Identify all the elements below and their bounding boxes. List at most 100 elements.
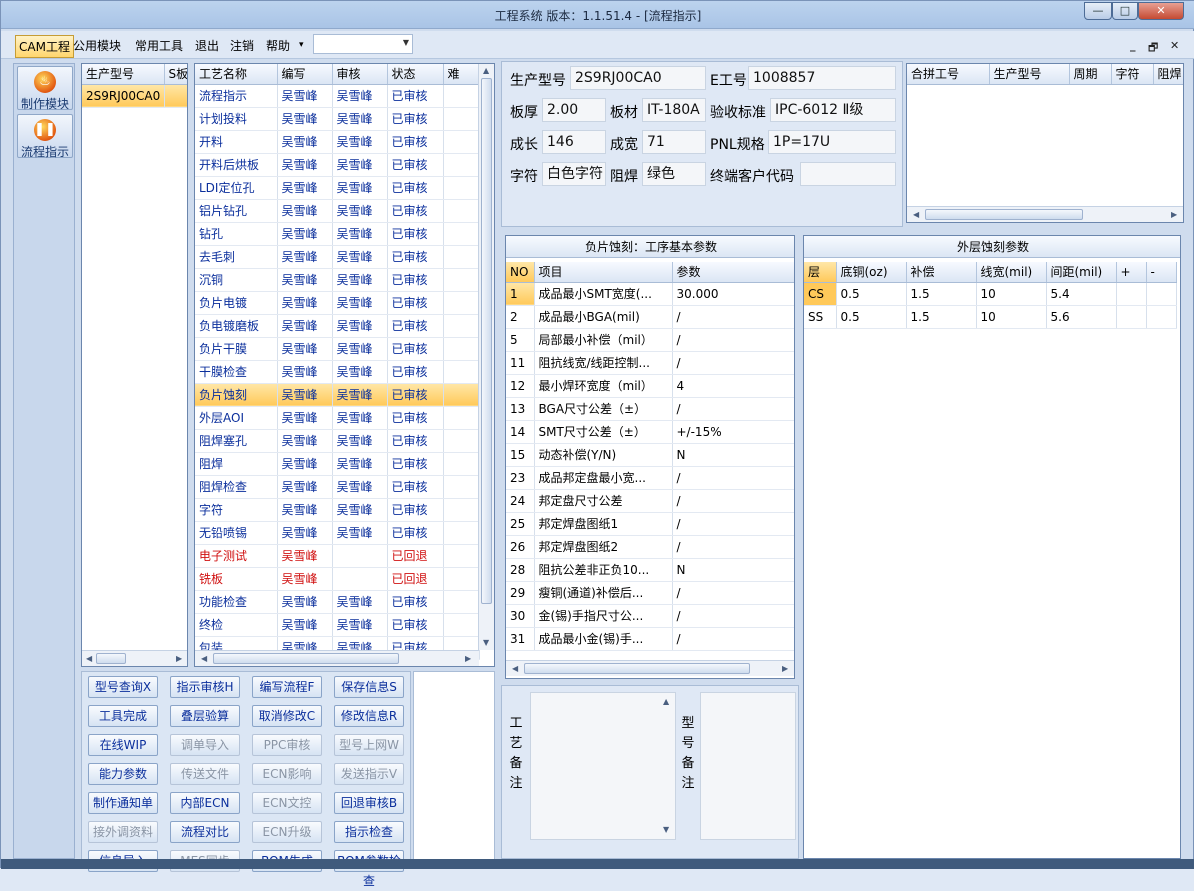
col-header-layer[interactable]: 层 xyxy=(804,262,837,283)
process-name-cell[interactable]: 开料 xyxy=(195,130,278,154)
menu-public-modules[interactable]: 公用模块 xyxy=(73,37,121,54)
table-row[interactable]: 开料 吴雪峰 吴雪峰 已审核 xyxy=(195,130,480,154)
table-row[interactable]: 2 成品最小BGA(mil) / xyxy=(506,305,794,329)
internal-ecn-button[interactable]: 内部ECN xyxy=(170,792,240,814)
length-field[interactable]: 146 xyxy=(542,130,606,154)
reviewer-cell[interactable]: 吴雪峰 xyxy=(332,360,388,384)
process-name-cell[interactable]: 终检 xyxy=(195,613,278,637)
process-name-cell[interactable]: 负片电镀 xyxy=(195,291,278,315)
scroll-left-icon[interactable]: ◀ xyxy=(86,654,92,663)
reviewer-cell[interactable]: 吴雪峰 xyxy=(332,176,388,200)
writer-cell[interactable]: 吴雪峰 xyxy=(277,314,333,338)
status-cell[interactable]: 已审核 xyxy=(387,222,444,246)
instruction-check-button[interactable]: 指示检查 xyxy=(334,821,404,843)
process-name-cell[interactable]: 负电镀磨板 xyxy=(195,314,278,338)
writer-cell[interactable]: 吴雪峰 xyxy=(277,245,333,269)
col-header-merge-period[interactable]: 周期 xyxy=(1069,64,1112,85)
writer-cell[interactable]: 吴雪峰 xyxy=(277,199,333,223)
process-name-cell[interactable]: 负片干膜 xyxy=(195,337,278,361)
note-vscrollbar[interactable]: ▲ ▼ xyxy=(659,693,675,839)
send-instruction-button[interactable]: 发送指示V xyxy=(334,763,404,785)
sidebar-item-flow-instruction[interactable]: ❚❚ 流程指示 xyxy=(17,114,73,159)
status-cell[interactable]: 已审核 xyxy=(387,383,444,407)
online-wip-button[interactable]: 在线WIP xyxy=(88,734,158,756)
line-width-cell[interactable]: 10 xyxy=(976,305,1047,329)
menu-help[interactable]: 帮助 xyxy=(266,37,290,54)
reviewer-cell[interactable]: 吴雪峰 xyxy=(332,245,388,269)
no-cell[interactable]: 24 xyxy=(506,489,535,513)
writer-cell[interactable]: 吴雪峰 xyxy=(277,268,333,292)
table-row[interactable]: 阻焊检查 吴雪峰 吴雪峰 已审核 xyxy=(195,475,480,499)
table-row[interactable]: 阻焊 吴雪峰 吴雪峰 已审核 xyxy=(195,452,480,476)
writer-cell[interactable]: 吴雪峰 xyxy=(277,613,333,637)
layer-cell[interactable]: CS xyxy=(804,282,837,306)
writer-cell[interactable]: 吴雪峰 xyxy=(277,383,333,407)
close-button[interactable]: ✕ xyxy=(1138,2,1184,20)
no-cell[interactable]: 26 xyxy=(506,535,535,559)
stackup-verify-button[interactable]: 叠层验算 xyxy=(170,705,240,727)
no-cell[interactable]: 23 xyxy=(506,466,535,490)
status-cell[interactable]: 已审核 xyxy=(387,245,444,269)
table-row[interactable]: 铝片钻孔 吴雪峰 吴雪峰 已审核 xyxy=(195,199,480,223)
reviewer-cell[interactable]: 吴雪峰 xyxy=(332,406,388,430)
reviewer-cell[interactable]: 吴雪峰 xyxy=(332,521,388,545)
status-cell[interactable]: 已审核 xyxy=(387,475,444,499)
menu-cam[interactable]: CAM工程 xyxy=(15,35,74,58)
writer-cell[interactable]: 吴雪峰 xyxy=(277,406,333,430)
item-cell[interactable]: 邦定焊盘图纸2 xyxy=(534,535,673,559)
col-header-reviewer[interactable]: 审核 xyxy=(332,64,388,85)
table-row[interactable]: 12 最小焊环宽度（mil） 4 xyxy=(506,374,794,398)
difficulty-cell[interactable] xyxy=(443,291,480,315)
process-name-cell[interactable]: 流程指示 xyxy=(195,84,278,108)
reviewer-cell[interactable]: 吴雪峰 xyxy=(332,130,388,154)
writer-cell[interactable]: 吴雪峰 xyxy=(277,452,333,476)
col-header-status[interactable]: 状态 xyxy=(387,64,444,85)
material-field[interactable]: IT-180A xyxy=(642,98,706,122)
status-cell[interactable]: 已审核 xyxy=(387,429,444,453)
difficulty-cell[interactable] xyxy=(443,176,480,200)
status-cell[interactable]: 已审核 xyxy=(387,613,444,637)
status-cell[interactable]: 已审核 xyxy=(387,291,444,315)
scroll-left-icon[interactable]: ◀ xyxy=(512,664,518,673)
capability-params-button[interactable]: 能力参数 xyxy=(88,763,158,785)
spacing-cell[interactable]: 5.4 xyxy=(1046,282,1117,306)
writer-cell[interactable]: 吴雪峰 xyxy=(277,498,333,522)
param-cell[interactable]: 4 xyxy=(672,374,794,398)
status-cell[interactable]: 已审核 xyxy=(387,452,444,476)
difficulty-cell[interactable] xyxy=(443,521,480,545)
minus-cell[interactable] xyxy=(1146,282,1177,306)
param-cell[interactable]: N xyxy=(672,558,794,582)
scroll-left-icon[interactable]: ◀ xyxy=(201,654,207,663)
table-row[interactable]: 28 阻抗公差非正负10... N xyxy=(506,558,794,582)
difficulty-cell[interactable] xyxy=(443,452,480,476)
reviewer-cell[interactable]: 吴雪峰 xyxy=(332,268,388,292)
s-board-cell[interactable] xyxy=(164,84,187,108)
model-query-button[interactable]: 型号查询X xyxy=(88,676,158,698)
param-cell[interactable]: / xyxy=(672,604,794,628)
status-cell[interactable]: 已审核 xyxy=(387,199,444,223)
difficulty-cell[interactable] xyxy=(443,245,480,269)
notice-sheet-button[interactable]: 制作通知单 xyxy=(88,792,158,814)
process-name-cell[interactable]: LDI定位孔 xyxy=(195,176,278,200)
ecn-impact-button[interactable]: ECN影响 xyxy=(252,763,322,785)
table-row[interactable]: LDI定位孔 吴雪峰 吴雪峰 已审核 xyxy=(195,176,480,200)
writer-cell[interactable]: 吴雪峰 xyxy=(277,130,333,154)
no-cell[interactable]: 29 xyxy=(506,581,535,605)
width-field[interactable]: 71 xyxy=(642,130,706,154)
col-header-param[interactable]: 参数 xyxy=(672,262,794,283)
item-cell[interactable]: 瘦铜(通道)补偿后... xyxy=(534,581,673,605)
external-data-button[interactable]: 接外调资料 xyxy=(88,821,158,843)
no-cell[interactable]: 28 xyxy=(506,558,535,582)
writer-cell[interactable]: 吴雪峰 xyxy=(277,429,333,453)
spacing-cell[interactable]: 5.6 xyxy=(1046,305,1117,329)
param-cell[interactable]: / xyxy=(672,512,794,536)
menu-exit[interactable]: 退出 xyxy=(195,37,219,54)
table-row[interactable]: 26 邦定焊盘图纸2/ xyxy=(506,535,794,559)
scroll-down-icon[interactable]: ▼ xyxy=(663,825,669,834)
process-name-cell[interactable]: 无铅喷锡 xyxy=(195,521,278,545)
status-cell[interactable]: 已回退 xyxy=(387,544,444,568)
ppc-review-button[interactable]: PPC审核 xyxy=(252,734,322,756)
difficulty-cell[interactable] xyxy=(443,222,480,246)
minimize-button[interactable]: — xyxy=(1084,2,1112,20)
item-cell[interactable]: 邦定盘尺寸公差 xyxy=(534,489,673,513)
